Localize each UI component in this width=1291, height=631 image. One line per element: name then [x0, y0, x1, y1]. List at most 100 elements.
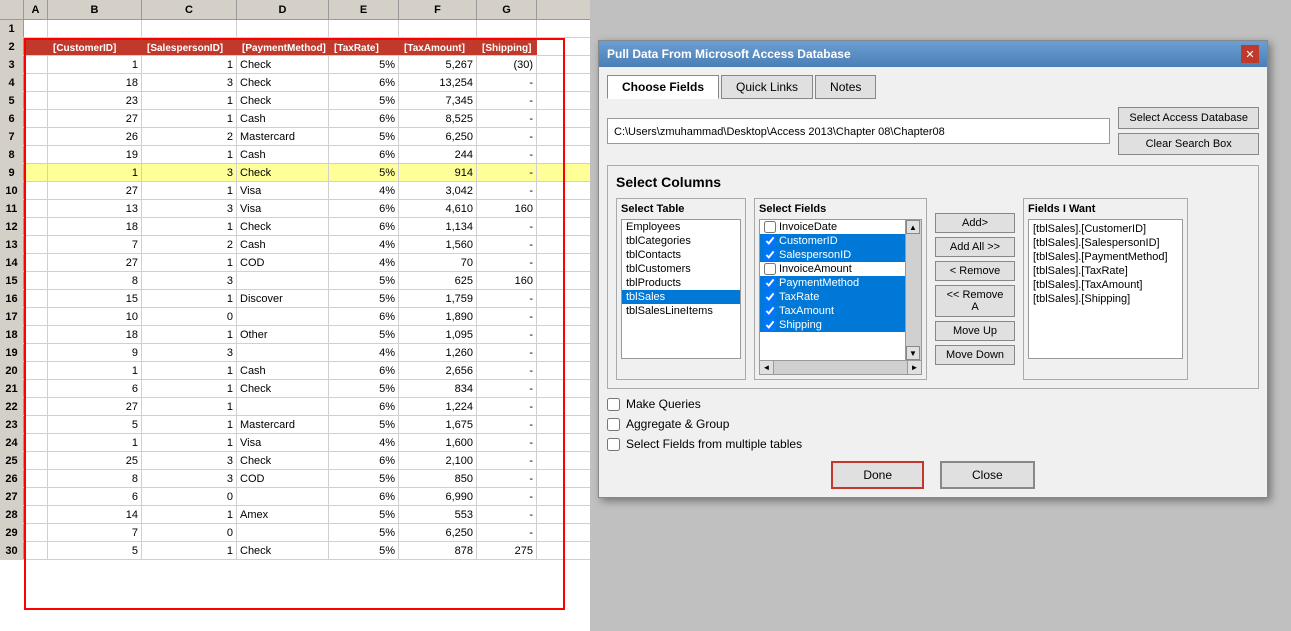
- cell: 27: [48, 110, 142, 127]
- field-list-item[interactable]: InvoiceDate: [760, 220, 905, 234]
- cell: COD: [237, 254, 329, 271]
- cell: 23: [48, 92, 142, 109]
- cell: 2: [142, 236, 237, 253]
- add-all-button[interactable]: Add All >>: [935, 237, 1015, 257]
- table-row: 2683COD5%850-: [0, 470, 590, 488]
- cell: Cash: [237, 110, 329, 127]
- cell: 6%: [329, 452, 399, 469]
- cell: 19: [48, 146, 142, 163]
- cell: 6,250: [399, 524, 477, 541]
- table-list-item[interactable]: tblSalesLineItems: [622, 304, 740, 318]
- field-list-item[interactable]: Shipping: [760, 318, 905, 332]
- field-checkbox[interactable]: [764, 221, 776, 233]
- field-checkbox[interactable]: [764, 277, 776, 289]
- cell: 1,134: [399, 218, 477, 235]
- cell: 275: [477, 542, 537, 559]
- cell: 5%: [329, 56, 399, 73]
- tab-choose-fields[interactable]: Choose Fields: [607, 75, 719, 99]
- field-checkbox[interactable]: [764, 319, 776, 331]
- field-list-item[interactable]: TaxAmount: [760, 304, 905, 318]
- tab-quick-links[interactable]: Quick Links: [721, 75, 813, 99]
- table-row: 18181Other5%1,095-: [0, 326, 590, 344]
- field-list-item[interactable]: SalespersonID: [760, 248, 905, 262]
- fields-listbox[interactable]: InvoiceDateCustomerIDSalespersonIDInvoic…: [760, 220, 905, 360]
- cell: [24, 470, 48, 487]
- field-list-item[interactable]: TaxRate: [760, 290, 905, 304]
- remove-all-button[interactable]: << Remove A: [935, 285, 1015, 317]
- scroll-down-arrow[interactable]: ▼: [906, 346, 920, 360]
- row-num: 1: [0, 20, 24, 37]
- select-multiple-tables-checkbox[interactable]: [607, 438, 620, 451]
- field-list-item[interactable]: InvoiceAmount: [760, 262, 905, 276]
- table-list-item[interactable]: Employees: [622, 220, 740, 234]
- scroll-left-arrow[interactable]: ◄: [760, 361, 774, 374]
- cell: 6: [48, 488, 142, 505]
- cell: 5%: [329, 326, 399, 343]
- dialog-title: Pull Data From Microsoft Access Database: [607, 47, 851, 61]
- row-num: 26: [0, 470, 24, 487]
- cell: 6,250: [399, 128, 477, 145]
- table-listbox[interactable]: EmployeestblCategoriestblContactstblCust…: [621, 219, 741, 359]
- dialog-close-button[interactable]: ✕: [1241, 45, 1259, 63]
- field-checkbox[interactable]: [764, 291, 776, 303]
- remove-button[interactable]: < Remove: [935, 261, 1015, 281]
- clear-search-button[interactable]: Clear Search Box: [1118, 133, 1259, 155]
- cell: [24, 326, 48, 343]
- make-queries-checkbox[interactable]: [607, 398, 620, 411]
- table-row: 311Check5%5,267(30): [0, 56, 590, 74]
- cell: [24, 20, 48, 37]
- field-list-item[interactable]: PaymentMethod: [760, 276, 905, 290]
- row-num: 13: [0, 236, 24, 253]
- cell: 1: [142, 434, 237, 451]
- move-down-button[interactable]: Move Down: [935, 345, 1015, 365]
- table-row: 222716%1,224-: [0, 398, 590, 416]
- cell: Check: [237, 74, 329, 91]
- done-button[interactable]: Done: [831, 461, 924, 489]
- table-row: 2161Check5%834-: [0, 380, 590, 398]
- cell: 1,600: [399, 434, 477, 451]
- tab-notes[interactable]: Notes: [815, 75, 876, 99]
- field-checkbox[interactable]: [764, 235, 776, 247]
- cell: 1: [142, 92, 237, 109]
- cell: 6,990: [399, 488, 477, 505]
- tabs: Choose Fields Quick Links Notes: [607, 75, 1259, 99]
- cell: [24, 452, 48, 469]
- table-list-item[interactable]: tblContacts: [622, 248, 740, 262]
- scroll-right-arrow[interactable]: ►: [907, 361, 921, 374]
- select-fields-label: Select Fields: [759, 203, 922, 215]
- field-checkbox[interactable]: [764, 305, 776, 317]
- cell: [24, 434, 48, 451]
- scroll-up-arrow[interactable]: ▲: [906, 220, 920, 234]
- fields-want-item: [tblSales].[TaxRate]: [1031, 264, 1180, 278]
- cell: 1: [142, 416, 237, 433]
- aggregate-group-checkbox[interactable]: [607, 418, 620, 431]
- move-up-button[interactable]: Move Up: [935, 321, 1015, 341]
- cell: [399, 20, 477, 37]
- cell: 3: [142, 74, 237, 91]
- table-list-item[interactable]: tblCustomers: [622, 262, 740, 276]
- table-list-item[interactable]: tblCategories: [622, 234, 740, 248]
- select-db-button[interactable]: Select Access Database: [1118, 107, 1259, 129]
- header-cell: [TaxAmount]: [399, 38, 477, 55]
- row-num: 11: [0, 200, 24, 217]
- field-checkbox[interactable]: [764, 263, 776, 275]
- table-list-item[interactable]: tblProducts: [622, 276, 740, 290]
- field-checkbox[interactable]: [764, 249, 776, 261]
- cell: Visa: [237, 434, 329, 451]
- table-row: 16151Discover5%1,759-: [0, 290, 590, 308]
- table-row: 11133Visa6%4,610160: [0, 200, 590, 218]
- cell: [24, 146, 48, 163]
- add-button[interactable]: Add>: [935, 213, 1015, 233]
- cell: [24, 56, 48, 73]
- cell: [24, 416, 48, 433]
- cell: [24, 344, 48, 361]
- cell: 7,345: [399, 92, 477, 109]
- field-list-item[interactable]: CustomerID: [760, 234, 905, 248]
- table-row: 19934%1,260-: [0, 344, 590, 362]
- cell: 6%: [329, 200, 399, 217]
- cell: Visa: [237, 200, 329, 217]
- fields-want-list[interactable]: [tblSales].[CustomerID][tblSales].[Sales…: [1028, 219, 1183, 359]
- header-cell: [CustomerID]: [48, 38, 142, 55]
- close-button[interactable]: Close: [940, 461, 1035, 489]
- table-list-item[interactable]: tblSales: [622, 290, 740, 304]
